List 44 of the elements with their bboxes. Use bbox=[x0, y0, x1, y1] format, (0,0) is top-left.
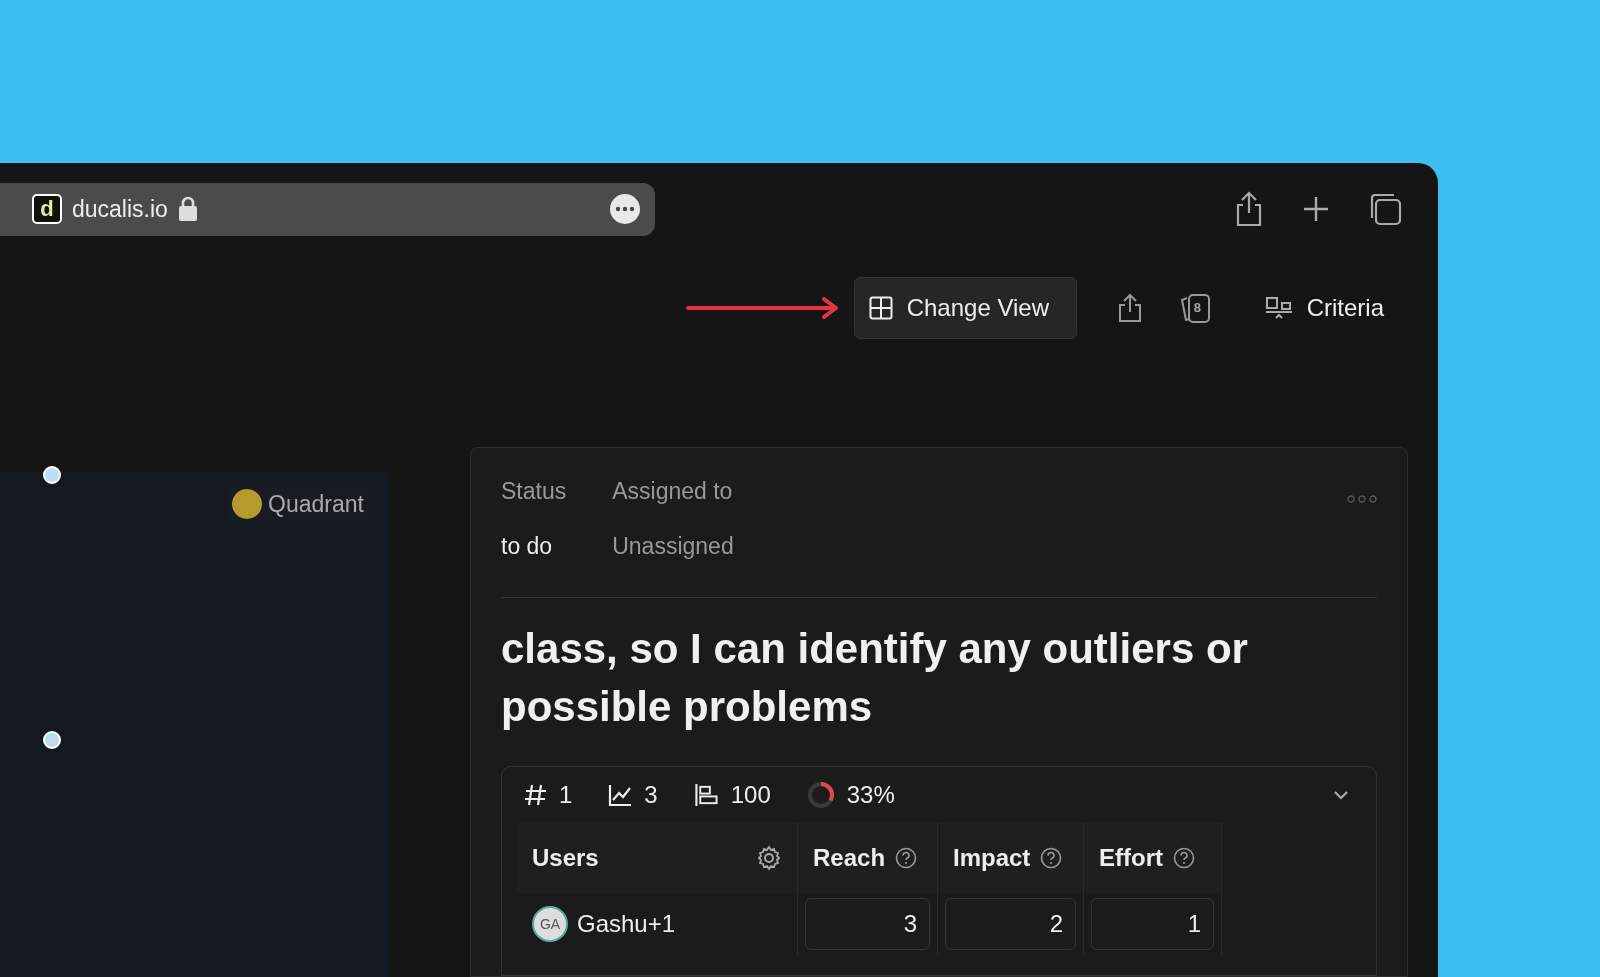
tabs-icon[interactable] bbox=[1368, 192, 1402, 226]
share-icon[interactable] bbox=[1234, 191, 1264, 227]
stat-value: 1 bbox=[559, 781, 573, 809]
plus-icon[interactable] bbox=[1302, 195, 1330, 223]
card-title: class, so I can identify any outliers or possible problems bbox=[501, 624, 1249, 732]
column-title: Effort bbox=[1099, 844, 1163, 872]
score-field[interactable]: 2 bbox=[945, 898, 1076, 950]
line-chart-icon bbox=[608, 783, 633, 807]
handle[interactable] bbox=[43, 731, 61, 749]
settings-icon[interactable] bbox=[756, 845, 782, 871]
card-stack-icon bbox=[1178, 292, 1211, 324]
stat-value: 100 bbox=[730, 781, 771, 809]
score-field[interactable]: 1 bbox=[1091, 898, 1214, 950]
handle[interactable] bbox=[43, 466, 61, 484]
column-title: Users bbox=[532, 844, 599, 872]
stat-value: 33% bbox=[846, 781, 895, 809]
more-icon[interactable] bbox=[609, 193, 641, 225]
help-icon[interactable] bbox=[1040, 847, 1063, 869]
quadrant-text: Quadrant bbox=[268, 490, 364, 518]
url-text: ducalis.io bbox=[72, 195, 168, 223]
favicon: d bbox=[32, 194, 62, 224]
criteria-button[interactable]: Criteria bbox=[1250, 277, 1398, 339]
change-view-button[interactable]: Change View bbox=[853, 277, 1077, 339]
avatar: GA bbox=[532, 906, 568, 942]
address-bar[interactable]: d ducalis.io bbox=[0, 182, 655, 236]
score-field[interactable]: 3 bbox=[805, 898, 930, 950]
hash-icon bbox=[524, 783, 547, 807]
chevron-down-icon[interactable] bbox=[1333, 790, 1349, 800]
help-icon[interactable] bbox=[895, 847, 918, 869]
field-label: Status bbox=[501, 478, 567, 505]
cards-icon[interactable]: 8 bbox=[1178, 292, 1211, 324]
criteria-icon bbox=[1264, 296, 1293, 320]
column-title: Impact bbox=[953, 844, 1031, 872]
field-label: Assigned to bbox=[612, 478, 734, 505]
share-icon[interactable] bbox=[1116, 293, 1143, 323]
field-value[interactable]: Unassigned bbox=[612, 533, 734, 560]
help-icon[interactable] bbox=[1173, 847, 1195, 869]
field-value[interactable]: to do bbox=[501, 533, 567, 560]
column-title: Reach bbox=[813, 844, 886, 872]
user-name: Gashu+1 bbox=[577, 910, 676, 938]
bar-chart-icon bbox=[693, 783, 719, 807]
stat-value: 3 bbox=[644, 781, 658, 809]
count-label: 8 bbox=[1193, 299, 1201, 315]
grid-icon bbox=[868, 296, 893, 320]
